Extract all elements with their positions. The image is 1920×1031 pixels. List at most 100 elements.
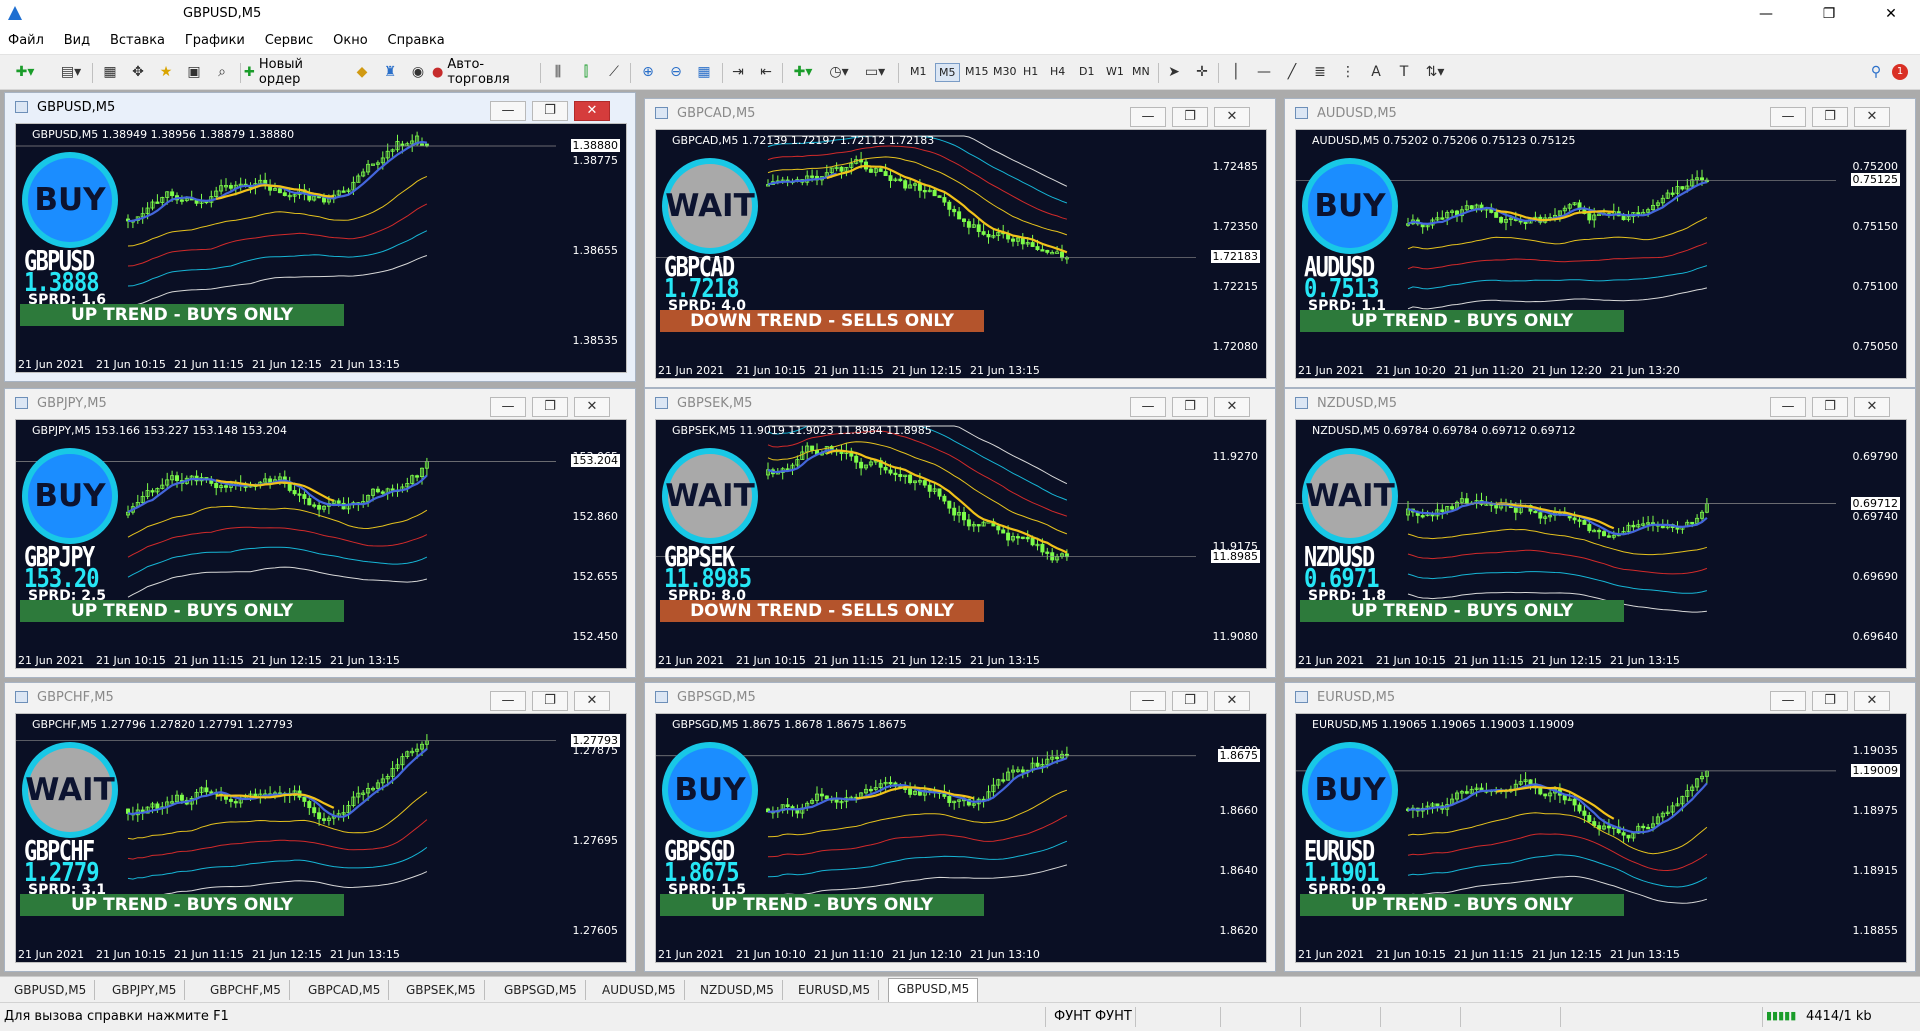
crosshair-icon[interactable]: ✛: [1190, 61, 1214, 83]
navigator-icon[interactable]: ★: [154, 61, 178, 83]
chart-window-gbpcad[interactable]: GBPCAD,M5 — ❐ ✕ GBPCAD,M5 1.72139 1.72197 …: [644, 98, 1276, 388]
chart-restore-button[interactable]: ❐: [532, 691, 568, 711]
chart-window-gbpsek[interactable]: GBPSEK,M5 — ❐ ✕ GBPSEK,M5 11.9019 11.9023 …: [644, 388, 1276, 678]
timeframe-d1[interactable]: D1: [1076, 63, 1097, 80]
strategy-tester-icon[interactable]: ⌕: [210, 61, 234, 83]
chart-shift-icon[interactable]: ⇤: [754, 61, 778, 83]
terminal-icon[interactable]: ▣: [182, 61, 206, 83]
chart-tab[interactable]: GBPUSD,M5: [888, 978, 979, 1002]
menu-charts[interactable]: Графики: [177, 28, 253, 54]
chart-restore-button[interactable]: ❐: [1812, 397, 1848, 417]
data-window-icon[interactable]: ✥: [126, 61, 150, 83]
chart-window-titlebar[interactable]: GBPCAD,M5 — ❐ ✕: [655, 103, 1260, 127]
text-label-icon[interactable]: T: [1392, 61, 1416, 83]
trendline-icon[interactable]: ╱: [1280, 61, 1304, 83]
chart-window-nzdusd[interactable]: NZDUSD,M5 — ❐ ✕ NZDUSD,M5 0.69784 0.69784 …: [1284, 388, 1916, 678]
chart-window-audusd[interactable]: AUDUSD,M5 — ❐ ✕ AUDUSD,M5 0.75202 0.75206 …: [1284, 98, 1916, 388]
chart-restore-button[interactable]: ❐: [1172, 397, 1208, 417]
experts-icon[interactable]: ♜: [378, 61, 402, 83]
chart-close-button[interactable]: ✕: [1214, 397, 1250, 417]
menu-help[interactable]: Справка: [380, 28, 453, 54]
indicators-icon[interactable]: ✚▾: [788, 61, 818, 83]
periods-icon[interactable]: ◷▾: [824, 61, 854, 83]
timeframe-m15[interactable]: M15: [962, 63, 992, 80]
profiles-icon[interactable]: ▤▾: [56, 61, 86, 83]
vertical-line-icon[interactable]: │: [1224, 61, 1248, 83]
timeframe-m30[interactable]: M30: [990, 63, 1020, 80]
menu-tools[interactable]: Сервис: [257, 28, 322, 54]
chart-window-titlebar[interactable]: GBPJPY,M5 — ❐ ✕: [15, 393, 620, 417]
notifications-icon[interactable]: 1: [1890, 61, 1910, 83]
timeframe-h4[interactable]: H4: [1047, 63, 1068, 80]
chart-close-button[interactable]: ✕: [1854, 397, 1890, 417]
chart-close-button[interactable]: ✕: [1214, 107, 1250, 127]
chart-minimize-button[interactable]: —: [1770, 107, 1806, 127]
timeframe-mn[interactable]: MN: [1129, 63, 1153, 80]
maximize-button[interactable]: ❐: [1806, 0, 1852, 28]
menu-window[interactable]: Окно: [325, 28, 376, 54]
price-chart[interactable]: GBPCAD,M5 1.72139 1.72197 1.72112 1.7218…: [655, 129, 1267, 379]
price-chart[interactable]: GBPSEK,M5 11.9019 11.9023 11.8984 11.898…: [655, 419, 1267, 669]
chart-tab[interactable]: GBPSEK,M5: [398, 980, 485, 1000]
chart-window-gbpusd[interactable]: GBPUSD,M5 — ❐ ✕ GBPUSD,M5 1.38949 1.38956 …: [4, 92, 636, 382]
timeframe-h1[interactable]: H1: [1020, 63, 1041, 80]
chart-tab[interactable]: GBPSGD,M5: [496, 980, 586, 1000]
horizontal-line-icon[interactable]: —: [1252, 61, 1276, 83]
chart-minimize-button[interactable]: —: [490, 691, 526, 711]
chart-close-button[interactable]: ✕: [574, 397, 610, 417]
chart-restore-button[interactable]: ❐: [1172, 691, 1208, 711]
autoscroll-icon[interactable]: ⇥: [726, 61, 750, 83]
chart-minimize-button[interactable]: —: [1770, 397, 1806, 417]
tile-windows-icon[interactable]: ▦: [692, 61, 716, 83]
chart-window-titlebar[interactable]: NZDUSD,M5 — ❐ ✕: [1295, 393, 1900, 417]
chart-window-titlebar[interactable]: EURUSD,M5 — ❐ ✕: [1295, 687, 1900, 711]
timeframe-m5[interactable]: M5: [935, 63, 960, 82]
chart-window-gbpsgd[interactable]: GBPSGD,M5 — ❐ ✕ GBPSGD,M5 1.8675 1.8678 1.…: [644, 682, 1276, 972]
chart-restore-button[interactable]: ❐: [1812, 691, 1848, 711]
templates-icon[interactable]: ▭▾: [860, 61, 890, 83]
menu-view[interactable]: Вид: [56, 28, 98, 54]
search-icon[interactable]: ⚲: [1864, 61, 1888, 83]
zoom-out-icon[interactable]: ⊖: [664, 61, 688, 83]
chart-minimize-button[interactable]: —: [490, 397, 526, 417]
channel-icon[interactable]: ≣: [1308, 61, 1332, 83]
close-button[interactable]: ✕: [1868, 0, 1914, 28]
chart-window-titlebar[interactable]: GBPUSD,M5 — ❐ ✕: [15, 97, 620, 121]
line-chart-icon[interactable]: ⟋: [602, 61, 626, 83]
text-icon[interactable]: A: [1364, 61, 1388, 83]
chart-close-button[interactable]: ✕: [574, 101, 610, 121]
chart-restore-button[interactable]: ❐: [532, 101, 568, 121]
timeframe-w1[interactable]: W1: [1103, 63, 1127, 80]
chart-close-button[interactable]: ✕: [1214, 691, 1250, 711]
auto-trading-button[interactable]: ● Авто-торговля: [432, 57, 536, 87]
chart-tab[interactable]: AUDUSD,M5: [594, 980, 685, 1000]
bar-chart-icon[interactable]: ⫼: [546, 61, 570, 83]
chart-minimize-button[interactable]: —: [490, 101, 526, 121]
chart-tab[interactable]: GBPCAD,M5: [300, 980, 390, 1000]
new-chart-icon[interactable]: ✚▾: [10, 61, 40, 83]
chart-minimize-button[interactable]: —: [1770, 691, 1806, 711]
price-chart[interactable]: GBPJPY,M5 153.166 153.227 153.148 153.20…: [15, 419, 627, 669]
chart-restore-button[interactable]: ❐: [1812, 107, 1848, 127]
chart-close-button[interactable]: ✕: [574, 691, 610, 711]
new-order-button[interactable]: ✚ Новый ордер: [244, 57, 344, 87]
price-chart[interactable]: AUDUSD,M5 0.75202 0.75206 0.75123 0.7512…: [1295, 129, 1907, 379]
market-watch-icon[interactable]: ▦: [98, 61, 122, 83]
chart-minimize-button[interactable]: —: [1130, 691, 1166, 711]
timeframe-m1[interactable]: M1: [907, 63, 930, 80]
price-chart[interactable]: GBPSGD,M5 1.8675 1.8678 1.8675 1.8675 BUY…: [655, 713, 1267, 963]
signals-icon[interactable]: ◉: [406, 61, 430, 83]
chart-minimize-button[interactable]: —: [1130, 107, 1166, 127]
cursor-icon[interactable]: ➤: [1162, 61, 1186, 83]
price-chart[interactable]: EURUSD,M5 1.19065 1.19065 1.19003 1.1900…: [1295, 713, 1907, 963]
menu-insert[interactable]: Вставка: [102, 28, 173, 54]
price-chart[interactable]: NZDUSD,M5 0.69784 0.69784 0.69712 0.6971…: [1295, 419, 1907, 669]
chart-window-gbpchf[interactable]: GBPCHF,M5 — ❐ ✕ GBPCHF,M5 1.27796 1.27820 …: [4, 682, 636, 972]
chart-tab[interactable]: GBPUSD,M5: [6, 980, 96, 1000]
chart-window-titlebar[interactable]: AUDUSD,M5 — ❐ ✕: [1295, 103, 1900, 127]
chart-tab[interactable]: NZDUSD,M5: [692, 980, 783, 1000]
chart-tab[interactable]: EURUSD,M5: [790, 980, 880, 1000]
chart-close-button[interactable]: ✕: [1854, 107, 1890, 127]
chart-window-titlebar[interactable]: GBPSEK,M5 — ❐ ✕: [655, 393, 1260, 417]
arrows-icon[interactable]: ⇅▾: [1420, 61, 1450, 83]
